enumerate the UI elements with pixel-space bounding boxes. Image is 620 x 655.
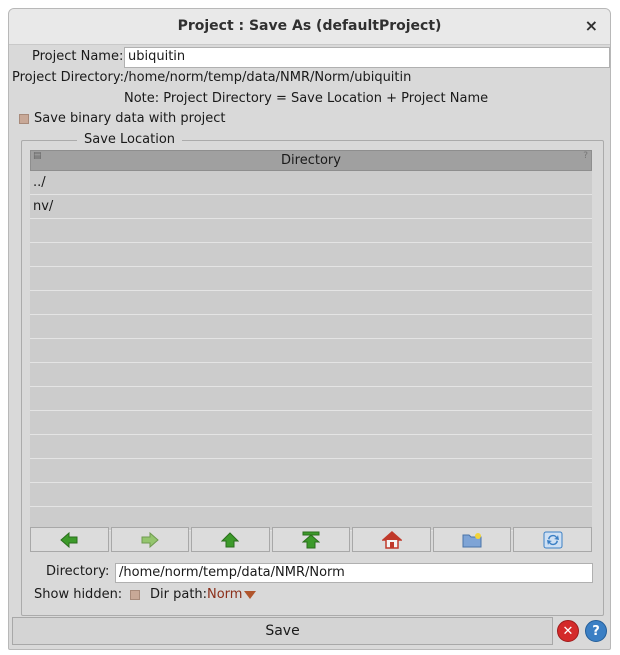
dir-path-value: Norm [207, 587, 243, 602]
project-name-input[interactable]: ubiquitin [124, 47, 610, 68]
home-button[interactable] [352, 527, 431, 552]
refresh-button[interactable] [513, 527, 593, 552]
project-name-label: Project Name: [32, 49, 124, 64]
table-row[interactable] [30, 363, 592, 387]
column-help-icon[interactable]: ? [583, 146, 588, 166]
column-menu-icon[interactable]: ▤ [33, 146, 42, 166]
close-icon[interactable]: × [585, 16, 598, 35]
title-bar[interactable]: Project : Save As (defaultProject) × [9, 9, 610, 45]
table-row[interactable] [30, 339, 592, 363]
show-hidden-checkbox[interactable] [130, 590, 140, 600]
table-row[interactable] [30, 219, 592, 243]
table-row[interactable] [30, 267, 592, 291]
help-icon[interactable]: ? [585, 620, 607, 642]
table-row[interactable] [30, 483, 592, 507]
save-button[interactable]: Save [12, 617, 553, 645]
directory-table: ▤ Directory ? ../nv/ [30, 150, 592, 531]
back-button[interactable] [30, 527, 109, 552]
save-location-group: Save Location ▤ Directory ? ../nv/ Direc… [21, 132, 604, 616]
dir-path-label: Dir path: [150, 587, 208, 602]
save-as-dialog: Project : Save As (defaultProject) × Pro… [8, 8, 611, 650]
navigation-toolbar [30, 527, 593, 552]
table-row[interactable] [30, 243, 592, 267]
table-row[interactable] [30, 411, 592, 435]
dropdown-arrow-icon [244, 590, 257, 599]
table-row[interactable]: ../ [30, 171, 592, 195]
table-row[interactable] [30, 291, 592, 315]
new-folder-button[interactable] [432, 527, 512, 552]
save-location-legend: Save Location [77, 132, 183, 147]
table-row[interactable]: nv/ [30, 195, 592, 219]
table-row[interactable] [30, 315, 592, 339]
back-arrow-icon [60, 531, 78, 548]
dir-path-dropdown[interactable]: Norm [207, 587, 257, 602]
directory-rows: ../nv/ [30, 171, 592, 531]
forward-button[interactable] [110, 527, 190, 552]
save-binary-label: Save binary data with project [34, 111, 226, 126]
top-button[interactable] [271, 527, 351, 552]
directory-label: Directory: [46, 564, 110, 579]
project-directory-note: Note: Project Directory = Save Location … [124, 91, 489, 106]
project-directory-label: Project Directory: [12, 70, 124, 85]
directory-column-header[interactable]: ▤ Directory ? [30, 150, 592, 171]
table-row[interactable] [30, 435, 592, 459]
table-row[interactable] [30, 387, 592, 411]
project-directory-value: /home/norm/temp/data/NMR/Norm/ubiquitin [124, 70, 412, 85]
cancel-icon[interactable]: ✕ [557, 620, 579, 642]
directory-input[interactable]: /home/norm/temp/data/NMR/Norm [115, 563, 593, 583]
directory-header-label: Directory [281, 153, 341, 168]
up-arrow-icon [221, 531, 240, 547]
show-hidden-label: Show hidden: [34, 587, 123, 602]
table-row[interactable] [30, 459, 592, 483]
window-title: Project : Save As (defaultProject) [177, 18, 442, 34]
new-folder-icon [462, 532, 482, 547]
refresh-icon [543, 531, 563, 548]
up-button[interactable] [191, 527, 270, 552]
save-binary-checkbox[interactable] [19, 114, 29, 124]
forward-arrow-icon [141, 531, 159, 548]
home-icon [381, 530, 402, 549]
top-arrow-icon [302, 531, 321, 548]
